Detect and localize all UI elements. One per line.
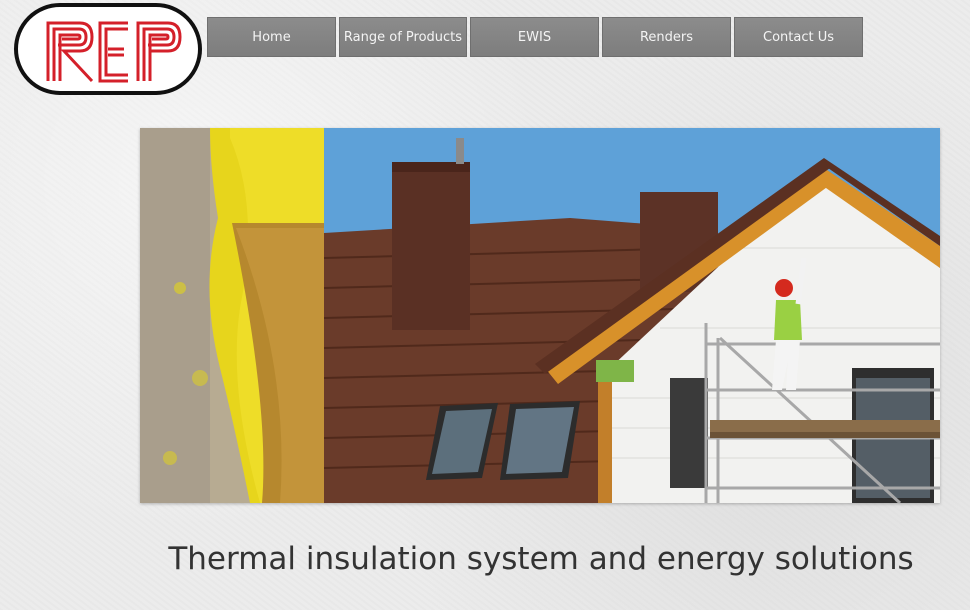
- nav-contact-us[interactable]: Contact Us: [734, 17, 863, 57]
- nav-ewis[interactable]: EWIS: [470, 17, 599, 57]
- rep-logo-icon: [46, 21, 182, 83]
- hero-image: [140, 128, 940, 503]
- main-nav: Home Range of Products EWIS Renders Cont…: [207, 17, 863, 57]
- nav-renders[interactable]: Renders: [602, 17, 731, 57]
- page-tagline: Thermal insulation system and energy sol…: [168, 541, 914, 577]
- nav-home[interactable]: Home: [207, 17, 336, 57]
- nav-range-of-products[interactable]: Range of Products: [339, 17, 467, 57]
- rep-logo[interactable]: [14, 3, 202, 95]
